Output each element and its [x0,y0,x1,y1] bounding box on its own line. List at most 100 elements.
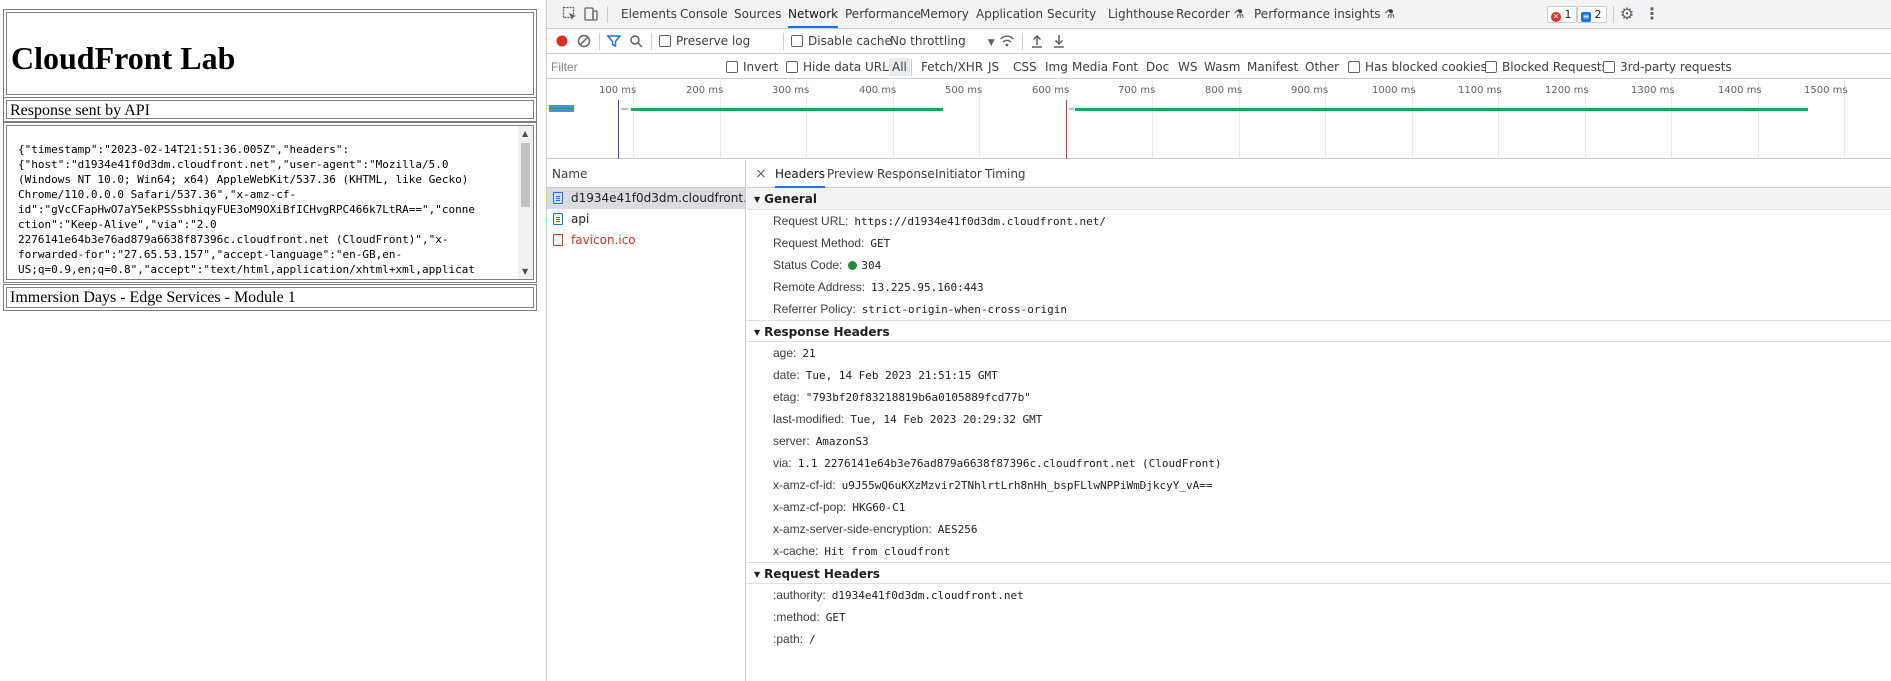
settings-gear-icon[interactable]: ⚙ [1619,6,1635,22]
error-count: 1 [1564,8,1572,21]
network-toolbar: Preserve log Disable cache No throttling… [547,29,1891,54]
record-icon[interactable] [554,33,570,49]
inspect-element-icon[interactable] [562,6,578,22]
network-conditions-icon[interactable] [999,33,1015,49]
header-key: age: [773,346,797,360]
header-value: u9J55wQ6uKXzMzvir2TNhlrtLrh8nHh_bspFLlwN… [841,479,1213,492]
throttling-select[interactable]: No throttling ▼ [890,29,995,54]
header-row: x-amz-cf-id: u9J55wQ6uKXzMzvir2TNhlrtLrh8… [747,474,1891,496]
header-value: AmazonS3 [815,435,869,448]
request-row-document[interactable]: d1934e41f0d3dm.cloudfront.net [547,188,745,209]
clear-icon[interactable] [576,33,592,49]
disable-cache-label: Disable cache [808,34,892,48]
header-value: GET [825,611,846,624]
hide-data-urls-label: Hide data URLs [803,60,896,74]
timeline-tick: 1200 ms [1545,85,1589,96]
type-filter-ws[interactable]: WS [1178,58,1197,76]
error-count-badge[interactable]: ✕ 1 [1547,6,1577,23]
filter-input[interactable] [551,58,711,76]
type-filter-wasm[interactable]: Wasm [1204,58,1240,76]
header-key: last-modified: [773,412,845,426]
tab-performance[interactable]: Performance [845,0,921,28]
invert-checkbox[interactable]: Invert [726,58,778,76]
tab-recorder[interactable]: Recorder ⚗ [1176,0,1244,28]
name-column-header[interactable]: Name [547,160,745,188]
message-count-badge[interactable]: ≡ 2 [1577,6,1607,23]
disable-cache-checkbox[interactable]: Disable cache [791,29,892,54]
tab-initiator[interactable]: Initiator [935,160,982,188]
header-value: / [809,633,816,646]
type-filter-media[interactable]: Media [1072,58,1108,76]
response-headers-section-header[interactable]: ▼ Response Headers [747,320,1891,342]
header-key: Referrer Policy: [773,302,856,316]
timeline-request-bar [549,108,574,109]
timeline-request-bar [1075,108,1808,111]
devtools: Elements Console Sources Network Perform… [546,0,1891,681]
response-json: {"timestamp":"2023-02-14T21:51:36.005Z",… [18,143,475,276]
tab-elements[interactable]: Elements [621,0,677,28]
scroll-up-arrow-icon[interactable]: ▲ [522,129,528,138]
timeline-tick: 1300 ms [1631,85,1675,96]
tab-response[interactable]: Response [877,160,935,188]
blocked-requests-checkbox[interactable]: Blocked Requests [1485,58,1608,76]
type-filter-other[interactable]: Other [1305,58,1339,76]
title-frame: CloudFront Lab [3,9,537,98]
preserve-log-checkbox[interactable]: Preserve log [659,29,750,54]
tab-memory[interactable]: Memory [920,0,969,28]
timeline-overview[interactable]: 100 ms 200 ms 300 ms 400 ms 500 ms 600 m… [547,80,1891,159]
more-options-icon[interactable]: ⋮ [1644,6,1660,22]
tab-headers[interactable]: Headers [775,160,825,188]
scroll-thumb[interactable] [521,143,530,207]
hide-data-urls-checkbox[interactable]: Hide data URLs [786,58,895,76]
tab-performance-insights-label: Performance insights [1254,7,1381,21]
header-row: via: 1.1 2276141e64b3e76ad879a6638f87396c… [747,452,1891,474]
header-row: :method: GET [747,606,1891,628]
tab-security[interactable]: Security [1047,0,1096,28]
timeline-tick: 1100 ms [1458,85,1502,96]
response-scrollbar[interactable]: ▲ ▼ [518,126,533,279]
tab-lighthouse[interactable]: Lighthouse [1108,0,1174,28]
device-toolbar-icon[interactable] [583,6,599,22]
request-list: Name d1934e41f0d3dm.cloudfront.net api f… [547,160,746,681]
type-filter-manifest[interactable]: Manifest [1247,58,1298,76]
request-headers-section-header[interactable]: ▼ Request Headers [747,562,1891,584]
filter-icon[interactable] [606,33,622,49]
header-value: 304 [861,259,882,272]
general-section-header[interactable]: ▼ General [747,188,1891,210]
blocked-requests-label: Blocked Requests [1502,60,1608,74]
scroll-down-arrow-icon[interactable]: ▼ [522,267,528,276]
close-icon[interactable]: × [755,160,767,188]
timeline-tick: 700 ms [1118,85,1156,96]
devtools-tabbar: Elements Console Sources Network Perform… [547,0,1891,29]
request-row-favicon[interactable]: favicon.ico [547,230,745,251]
type-filter-font[interactable]: Font [1112,58,1138,76]
message-icon: ≡ [1581,12,1591,22]
request-row-api[interactable]: api [547,209,745,230]
type-filter-all[interactable]: All [889,58,910,76]
import-har-icon[interactable] [1029,33,1045,49]
tab-application[interactable]: Application [976,0,1043,28]
type-filter-fetch-xhr[interactable]: Fetch/XHR [921,58,983,76]
tab-sources[interactable]: Sources [734,0,781,28]
tab-performance-insights[interactable]: Performance insights ⚗ [1254,0,1395,28]
tab-timing[interactable]: Timing [985,160,1026,188]
timeline-tick: 1000 ms [1372,85,1416,96]
export-har-icon[interactable] [1051,33,1067,49]
type-filter-js[interactable]: JS [988,58,999,76]
timeline-request-bar [631,108,943,111]
search-icon[interactable] [628,33,644,49]
tab-network[interactable]: Network [788,0,839,28]
expand-triangle-icon: ▼ [754,328,761,337]
header-value: Tue, 14 Feb 2023 20:29:32 GMT [850,413,1043,426]
has-blocked-cookies-checkbox[interactable]: Has blocked cookies [1348,58,1487,76]
type-filter-img[interactable]: Img [1045,58,1068,76]
response-label-frame: Response sent by API [3,97,537,122]
header-key: x-cache: [773,544,819,558]
preserve-log-label: Preserve log [676,34,751,48]
tab-console[interactable]: Console [680,0,728,28]
timeline-tick: 300 ms [772,85,810,96]
third-party-requests-checkbox[interactable]: 3rd-party requests [1603,58,1732,76]
tab-preview[interactable]: Preview [827,160,874,188]
type-filter-doc[interactable]: Doc [1146,58,1169,76]
type-filter-css[interactable]: CSS [1013,58,1037,76]
